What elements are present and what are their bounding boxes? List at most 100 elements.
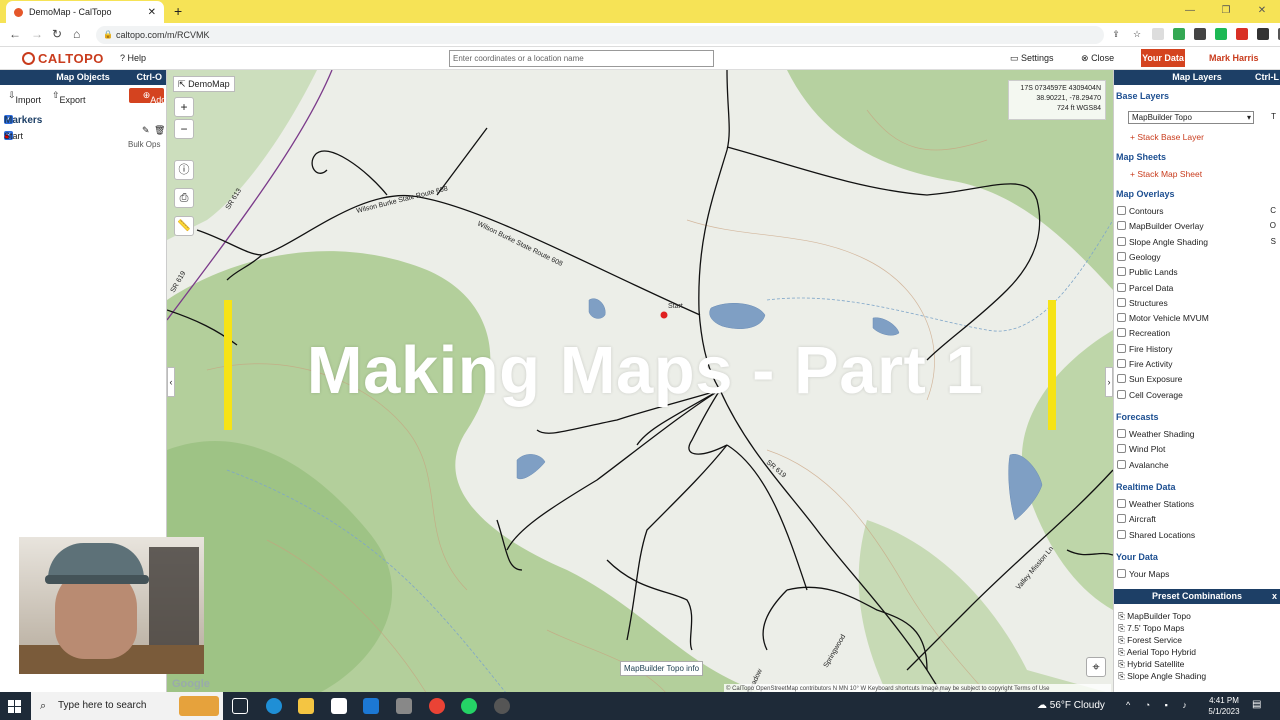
marker-item[interactable]: ✓ ● Start ✎ 🗑 [0, 124, 166, 141]
obs-icon[interactable] [494, 698, 510, 714]
caltopo-logo[interactable]: CALTOPO [22, 51, 104, 66]
layer-info-button[interactable]: MapBuilder Topo info [620, 661, 704, 676]
preset-item[interactable]: ⎘ MapBuilder Topo [1118, 611, 1191, 622]
preset-item[interactable]: ⎘ Hybrid Satellite [1118, 659, 1184, 670]
ruler-icon[interactable]: 📏 [174, 216, 194, 236]
task-view-icon[interactable] [232, 698, 248, 714]
stack-base-layer-link[interactable]: + Stack Base Layer [1130, 132, 1204, 142]
realtime-item[interactable]: Weather Stations [1117, 499, 1194, 509]
browser-tab[interactable]: DemoMap - CalTopo ✕ [6, 1, 164, 23]
preset-item[interactable]: ⎘ Slope Angle Shading [1118, 671, 1206, 682]
taskbar-search-input[interactable]: ⌕ Type here to search [31, 692, 223, 720]
restore-icon[interactable]: ❐ [1208, 0, 1244, 22]
preset-item[interactable]: ⎘ 7.5' Topo Maps [1118, 623, 1184, 634]
windows-start-icon[interactable] [8, 700, 21, 713]
overlay-item[interactable]: Cell Coverage [1117, 389, 1183, 400]
overlay-item[interactable]: MapBuilder Overlay [1117, 221, 1204, 231]
drive-extension-icon[interactable] [1173, 28, 1185, 40]
puzzle-icon[interactable] [1257, 28, 1269, 40]
overlay-item[interactable]: Fire History [1117, 343, 1172, 354]
share-icon[interactable]: ⇪ [1110, 28, 1122, 40]
add-button[interactable]: ⊕ Add [129, 88, 166, 105]
preset-item[interactable]: ⎘ Aerial Topo Hybrid [1118, 647, 1196, 658]
settings-button[interactable]: ▭ Settings [1010, 53, 1054, 64]
layer-checkbox[interactable] [1117, 499, 1126, 508]
markers-folder[interactable]: ✓ Markers [0, 107, 166, 126]
layer-checkbox[interactable] [1117, 459, 1126, 469]
pin-extension-icon[interactable] [1194, 28, 1206, 40]
map-canvas[interactable]: Start Wilson Burke State Route 608 Wilso… [167, 70, 1113, 694]
notification-icon[interactable]: ▤ [1252, 699, 1261, 710]
red-extension-icon[interactable] [1236, 28, 1248, 40]
search-input[interactable]: Enter coordinates or a location name [449, 50, 714, 67]
collapse-left-panel-button[interactable]: ‹ [167, 367, 175, 397]
layer-checkbox[interactable] [1117, 236, 1126, 246]
layer-checkbox[interactable] [1117, 343, 1126, 353]
clock[interactable]: 4:41 PM 5/1/2023 [1204, 695, 1244, 717]
minimize-icon[interactable]: — [1172, 0, 1208, 22]
bulk-ops-link[interactable]: Bulk Ops [128, 140, 160, 149]
layer-checkbox[interactable] [1117, 444, 1126, 454]
overlay-item[interactable]: Recreation [1117, 328, 1170, 338]
layer-checkbox[interactable] [1117, 313, 1126, 323]
base-layer-select[interactable]: MapBuilder Topo [1128, 111, 1254, 124]
home-icon[interactable]: ⌂ [73, 27, 80, 41]
layer-checkbox[interactable] [1117, 374, 1126, 384]
store-icon[interactable] [331, 698, 347, 714]
overlay-item[interactable]: Geology [1117, 251, 1161, 262]
overlay-item[interactable]: Slope Angle Shading [1117, 236, 1208, 247]
tab-close-icon[interactable]: ✕ [148, 7, 156, 18]
layer-checkbox[interactable] [1117, 389, 1126, 399]
overlay-item[interactable]: Fire Activity [1117, 359, 1172, 369]
map-name-button[interactable]: ⇱ DemoMap [173, 76, 235, 92]
trash-icon[interactable]: 🗑 [154, 125, 165, 136]
forecast-item[interactable]: Avalanche [1117, 459, 1169, 470]
forecast-item[interactable]: Weather Shading [1117, 429, 1195, 439]
print-icon[interactable]: ⎙ [174, 188, 194, 208]
collapse-right-panel-button[interactable]: › [1105, 367, 1113, 397]
layer-checkbox[interactable] [1117, 328, 1126, 338]
back-icon[interactable]: ← [9, 27, 21, 41]
overlay-item[interactable]: Public Lands [1117, 267, 1178, 277]
layer-checkbox[interactable] [1117, 529, 1126, 539]
reload-icon[interactable]: ↻ [52, 27, 62, 41]
your-data-item[interactable]: Your Maps [1117, 569, 1169, 579]
whatsapp-icon[interactable] [461, 698, 477, 714]
edit-icon[interactable]: ✎ [142, 125, 150, 136]
extension-icon[interactable] [1152, 28, 1164, 40]
layer-checkbox[interactable] [1117, 267, 1126, 277]
locate-icon[interactable]: ⌖ [1086, 657, 1106, 677]
layer-checkbox[interactable] [1117, 569, 1126, 578]
layer-checkbox[interactable] [1117, 359, 1126, 368]
forward-icon[interactable]: → [31, 27, 43, 41]
overlay-item[interactable]: Parcel Data [1117, 282, 1173, 293]
overlay-item[interactable]: Motor Vehicle MVUM [1117, 313, 1209, 323]
forecast-item[interactable]: Wind Plot [1117, 444, 1165, 454]
export-button[interactable]: ⇧ Export [52, 90, 86, 105]
preset-close-icon[interactable]: x [1272, 589, 1277, 604]
file-explorer-icon[interactable] [298, 698, 314, 714]
zoom-out-button[interactable]: − [174, 119, 194, 139]
url-field[interactable]: 🔒 caltopo.com/m/RCVMK [96, 26, 1104, 44]
your-data-button[interactable]: Your Data [1141, 49, 1185, 67]
chrome-icon[interactable] [429, 698, 445, 714]
layer-checkbox[interactable] [1117, 297, 1126, 307]
star-icon[interactable]: ☆ [1131, 28, 1143, 40]
layer-checkbox[interactable] [1117, 251, 1126, 261]
app-icon[interactable] [396, 698, 412, 714]
realtime-item[interactable]: Aircraft [1117, 514, 1156, 524]
overlay-item[interactable]: Sun Exposure [1117, 374, 1182, 384]
preset-item[interactable]: ⎘ Forest Service [1118, 635, 1182, 646]
mail-icon[interactable] [363, 698, 379, 714]
overlay-item[interactable]: Contours [1117, 206, 1164, 216]
info-icon[interactable]: ⓘ [174, 160, 194, 180]
layer-checkbox[interactable] [1117, 514, 1126, 524]
window-close-icon[interactable]: ✕ [1244, 0, 1280, 22]
realtime-item[interactable]: Shared Locations [1117, 529, 1195, 540]
zoom-in-button[interactable]: + [174, 97, 194, 117]
help-button[interactable]: ? Help [120, 53, 146, 63]
user-menu[interactable]: Mark Harris [1209, 53, 1259, 63]
weather-widget[interactable]: ☁ 56°F Cloudy [1037, 700, 1105, 711]
layer-checkbox[interactable] [1117, 221, 1126, 231]
close-button[interactable]: ⊗ Close [1081, 53, 1114, 64]
